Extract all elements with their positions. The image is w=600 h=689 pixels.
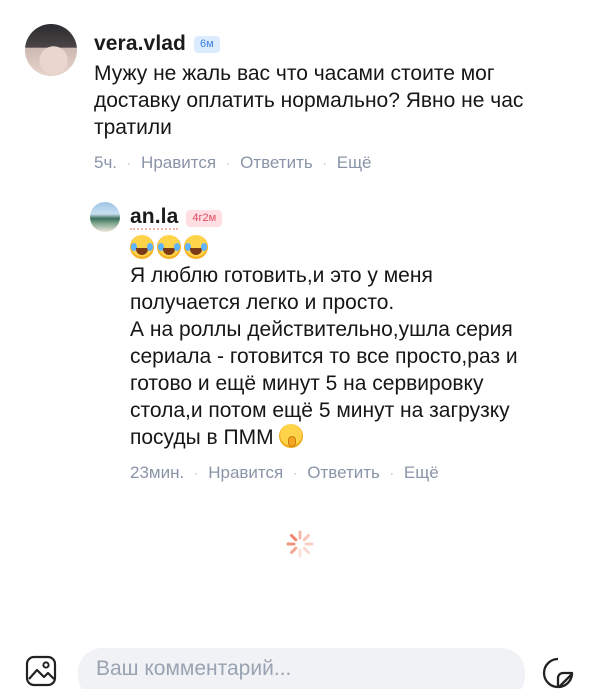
like-button[interactable]: Нравится (141, 153, 216, 173)
shushing-face-icon (279, 424, 304, 448)
comment-header: an.la 4г2м (130, 204, 570, 232)
face-with-tears-of-joy-icon (130, 235, 154, 259)
comment-body: vera.vlad 6м Мужу не жаль вас что часами… (94, 30, 574, 173)
comment-time: 5ч. (94, 153, 118, 172)
face-with-tears-of-joy-icon (157, 235, 181, 259)
emoji-row (130, 234, 570, 260)
comment-text: Мужу не жаль вас что часами стоите мог д… (94, 62, 524, 139)
reply-button[interactable]: Ответить (240, 153, 313, 173)
comment-composer (0, 648, 600, 689)
avatar[interactable] (25, 24, 77, 76)
comment-time: 23мин. (130, 463, 185, 482)
separator: · (389, 466, 394, 480)
comment-header: vera.vlad 6м (94, 30, 574, 58)
reply-button[interactable]: Ответить (307, 463, 380, 483)
separator: · (293, 466, 298, 480)
image-icon[interactable] (25, 655, 57, 687)
comment-body: an.la 4г2м Я люблю готовить,и это у меня… (130, 204, 570, 483)
comment-text: Я люблю готовить,и это у меня получается… (130, 262, 570, 451)
separator: · (194, 466, 199, 480)
more-button[interactable]: Ещё (404, 463, 439, 483)
like-button[interactable]: Нравится (208, 463, 283, 483)
account-age-badge: 6м (193, 35, 220, 53)
loading-spinner-icon (286, 530, 314, 558)
comment-actions: 5ч. · Нравится · Ответить · Ещё (94, 153, 574, 173)
separator: · (127, 156, 132, 170)
face-with-tears-of-joy-icon (184, 235, 208, 259)
separator: · (226, 156, 231, 170)
sticker-icon[interactable] (541, 656, 575, 689)
more-button[interactable]: Ещё (337, 153, 372, 173)
comment-actions: 23мин. · Нравится · Ответить · Ещё (130, 463, 570, 483)
comment-text-content: Я люблю готовить,и это у меня получается… (130, 264, 518, 449)
account-age-badge: 4г2м (186, 209, 223, 227)
avatar[interactable] (90, 202, 120, 232)
author-name[interactable]: vera.vlad (94, 32, 186, 56)
comment-input[interactable] (78, 648, 525, 689)
separator: · (322, 156, 327, 170)
author-name[interactable]: an.la (130, 206, 179, 230)
